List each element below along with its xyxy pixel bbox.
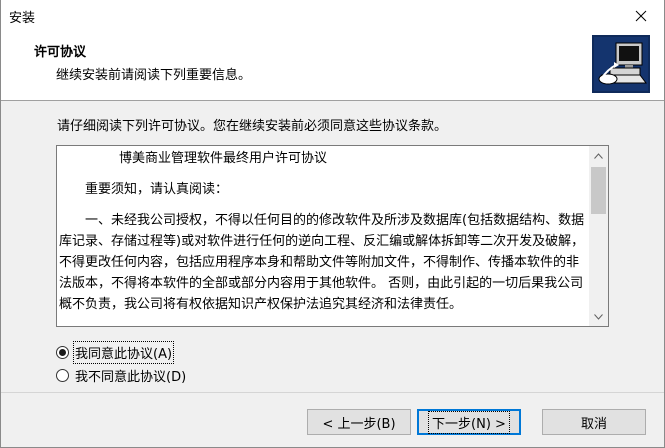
- decline-option[interactable]: 我不同意此协议(D): [56, 366, 186, 385]
- close-button[interactable]: [618, 0, 664, 31]
- license-body: 一、未经我公司授权，不得以任何目的的修改软件及所涉及数据库(包括数据结构、数据库…: [59, 213, 585, 312]
- decline-radio[interactable]: [56, 369, 69, 382]
- intro-text: 请仔细阅读下列许可协议。您在继续安装前必须同意这些协议条款。: [57, 119, 448, 134]
- installer-computer-icon: [592, 35, 650, 93]
- next-button-label: 下一步(N) >: [428, 410, 510, 434]
- license-content: 博美商业管理软件最终用户许可协议 重要须知，请认真阅读： 一、未经我公司授权，不…: [59, 148, 588, 326]
- accept-label[interactable]: 我同意此协议(A): [72, 341, 175, 364]
- license-textbox[interactable]: 博美商业管理软件最终用户许可协议 重要须知，请认真阅读： 一、未经我公司授权，不…: [56, 145, 609, 327]
- license-title: 博美商业管理软件最终用户许可协议: [119, 151, 328, 166]
- next-button[interactable]: 下一步(N) >: [417, 409, 521, 435]
- chevron-down-icon: [594, 313, 603, 320]
- chevron-up-icon: [594, 152, 603, 159]
- back-button-label: < 上一步(B): [322, 416, 396, 432]
- cancel-button[interactable]: 取消: [542, 409, 646, 435]
- vertical-scrollbar[interactable]: [589, 146, 608, 326]
- accept-radio[interactable]: [56, 346, 69, 359]
- installer-window: 安装 许可协议 继续安装前请阅读下列重要信息。 请仔细阅读下列许可协议。您在继续…: [0, 0, 665, 448]
- close-icon: [635, 10, 647, 21]
- scroll-down-button[interactable]: [589, 307, 608, 326]
- title-bar: 安装: [1, 0, 664, 31]
- back-button[interactable]: < 上一步(B): [307, 409, 411, 435]
- window-title: 安装: [9, 11, 36, 26]
- accept-option[interactable]: 我同意此协议(A): [56, 341, 175, 364]
- page-subtitle: 继续安装前请阅读下列重要信息。: [56, 68, 252, 83]
- license-notice: 重要须知，请认真阅读：: [85, 182, 229, 197]
- scroll-up-button[interactable]: [589, 146, 608, 165]
- cancel-button-label: 取消: [580, 416, 607, 432]
- decline-label[interactable]: 我不同意此协议(D): [75, 366, 186, 385]
- footer-divider: [1, 392, 664, 393]
- page-title: 许可协议: [34, 45, 87, 60]
- scroll-thumb[interactable]: [591, 167, 606, 214]
- wizard-header: 许可协议 继续安装前请阅读下列重要信息。: [1, 31, 664, 101]
